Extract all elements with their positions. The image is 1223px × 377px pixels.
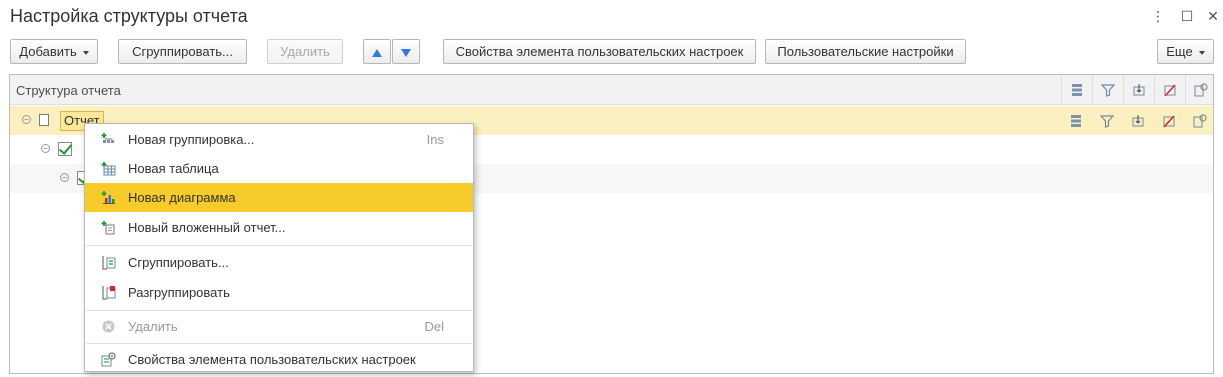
collapse-icon[interactable]: − [22, 115, 31, 124]
menu-item-shortcut: Ins [426, 132, 444, 147]
new-table-icon [101, 161, 116, 176]
new-nested-report-icon [101, 220, 116, 235]
filter-icon[interactable] [1092, 106, 1122, 135]
menu-item-shortcut: Del [424, 319, 444, 334]
menu-item-group[interactable]: Сгруппировать... [85, 248, 473, 277]
menu-item-label: Новая группировка... [128, 132, 255, 147]
row-checkbox[interactable] [58, 142, 72, 156]
order-icon[interactable] [1123, 75, 1153, 105]
menu-item-element-properties[interactable]: Свойства элемента пользовательских настр… [85, 345, 473, 374]
menu-item-label: Удалить [128, 319, 178, 334]
fields-icon[interactable] [1061, 106, 1091, 135]
properties-icon[interactable] [1185, 106, 1215, 135]
add-button-label: Добавить [19, 44, 77, 59]
tree-header: Структура отчета [10, 75, 1213, 105]
element-properties-button[interactable]: Свойства элемента пользовательских настр… [443, 39, 756, 64]
group-icon [101, 255, 116, 270]
fields-icon[interactable] [1061, 75, 1091, 105]
menu-item-ungroup[interactable]: Разгруппировать [85, 278, 473, 307]
more-button[interactable]: Еще [1157, 39, 1214, 64]
user-settings-button[interactable]: Пользовательские настройки [765, 39, 966, 64]
delete-button[interactable]: Удалить [267, 39, 343, 64]
add-context-menu: Новая группировка... Ins Новая таблица Н… [84, 123, 474, 372]
conditional-format-icon[interactable] [1154, 106, 1184, 135]
chevron-down-icon [82, 50, 89, 55]
new-grouping-icon [101, 132, 116, 147]
element-settings-icon [101, 352, 116, 367]
tree-column-header: Структура отчета [16, 83, 121, 98]
menu-item-label: Новый вложенный отчет... [128, 220, 286, 235]
properties-icon[interactable] [1185, 75, 1215, 105]
close-icon[interactable]: ✕ [1205, 6, 1221, 26]
menu-item-new-nested-report[interactable]: Новый вложенный отчет... [85, 213, 473, 242]
move-down-button[interactable] [392, 39, 420, 64]
menu-separator [86, 343, 472, 344]
maximize-icon[interactable]: ☐ [1179, 6, 1195, 26]
menu-item-new-table[interactable]: Новая таблица [85, 154, 473, 183]
ungroup-icon [101, 285, 116, 300]
new-chart-icon [101, 190, 116, 205]
menu-item-label: Свойства элемента пользовательских настр… [128, 352, 416, 367]
order-icon[interactable] [1123, 106, 1153, 135]
window-title: Настройка структуры отчета [10, 6, 248, 26]
menu-item-delete[interactable]: Удалить Del [85, 312, 473, 341]
menu-item-label: Новая диаграмма [128, 190, 236, 205]
conditional-format-icon[interactable] [1154, 75, 1184, 105]
menu-separator [86, 245, 472, 246]
collapse-icon[interactable]: − [60, 173, 69, 182]
menu-item-label: Разгруппировать [128, 285, 230, 300]
collapse-icon[interactable]: − [41, 144, 50, 153]
move-up-button[interactable] [363, 39, 391, 64]
chevron-down-icon [1198, 50, 1205, 55]
add-button[interactable]: Добавить [10, 39, 98, 64]
menu-item-new-chart[interactable]: Новая диаграмма [85, 183, 473, 212]
menu-item-new-grouping[interactable]: Новая группировка... Ins [85, 125, 473, 154]
group-button[interactable]: Сгруппировать... [118, 39, 247, 64]
arrow-down-icon [401, 48, 411, 57]
menu-item-label: Сгруппировать... [128, 255, 229, 270]
more-actions-icon[interactable]: ⋮ [1150, 6, 1166, 26]
filter-icon[interactable] [1092, 75, 1122, 105]
more-button-label: Еще [1166, 44, 1193, 59]
delete-icon [101, 319, 116, 334]
menu-separator [86, 310, 472, 311]
report-icon [39, 114, 49, 126]
menu-item-label: Новая таблица [128, 161, 219, 176]
arrow-up-icon [372, 48, 382, 57]
